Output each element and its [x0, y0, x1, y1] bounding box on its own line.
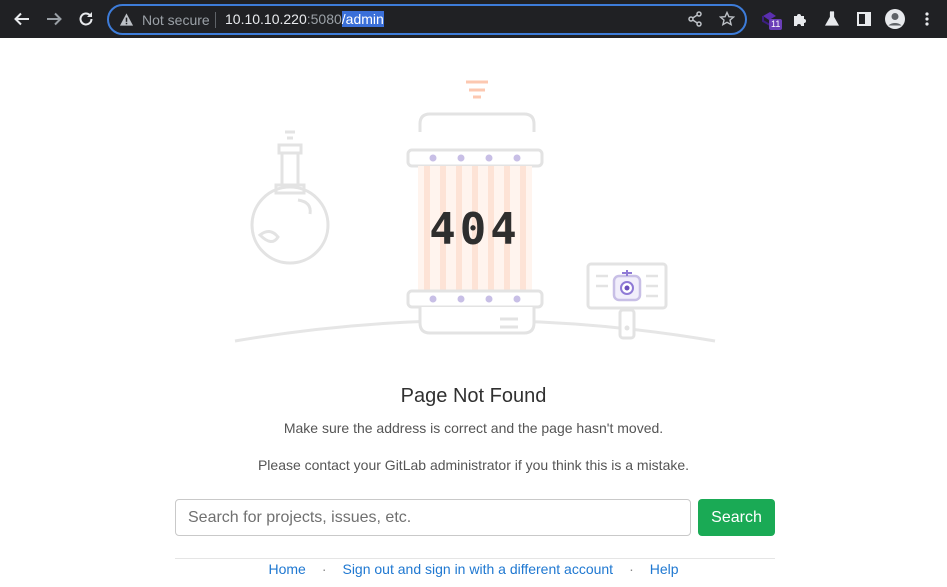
back-arrow-icon[interactable] [11, 8, 33, 30]
star-icon[interactable] [718, 10, 736, 32]
sidebar-icon[interactable] [853, 8, 875, 30]
puzzle-icon[interactable] [789, 8, 811, 30]
browser-toolbar: Not secure 10.10.10.220:5080/admin 11 [0, 0, 947, 38]
extension-badge: 11 [769, 19, 783, 30]
address-separator [215, 12, 216, 28]
extension-icon[interactable]: 11 [758, 8, 783, 30]
warning-icon[interactable] [119, 12, 134, 32]
search-button[interactable]: Search [698, 499, 775, 536]
link-separator: · [321, 561, 327, 577]
sign-out-link[interactable]: Sign out and sign in with a different ac… [342, 561, 613, 577]
planet-illustration [250, 130, 330, 265]
not-secure-label[interactable]: Not secure [142, 12, 210, 28]
link-separator: · [629, 561, 634, 577]
help-link[interactable]: Help [650, 561, 679, 577]
footer-links: Home · Sign out and sign in with a differe… [0, 561, 947, 577]
flask-icon[interactable] [821, 8, 843, 30]
address-bar[interactable]: Not secure 10.10.10.220:5080/admin [107, 4, 747, 35]
share-icon[interactable] [687, 11, 703, 32]
url-text[interactable]: 10.10.10.220:5080/admin [225, 11, 384, 27]
error-illustration: 404 [234, 80, 716, 343]
url-path: /admin [341, 11, 384, 27]
page-title: Page Not Found [400, 385, 547, 407]
home-link[interactable]: Home [268, 561, 305, 577]
profile-icon[interactable] [884, 8, 906, 30]
error-message-primary: Make sure the address is correct and the… [283, 420, 664, 436]
forward-arrow-icon[interactable] [43, 8, 65, 30]
search-input[interactable] [175, 499, 691, 536]
reload-icon[interactable] [75, 8, 97, 30]
footer-divider [175, 558, 775, 559]
url-host: 10.10.10.220 [225, 11, 307, 27]
error-code: 404 [429, 204, 520, 255]
menu-icon[interactable] [916, 8, 938, 30]
error-message-secondary: Please contact your GitLab administrator… [257, 457, 690, 473]
url-port: :5080 [306, 11, 342, 27]
